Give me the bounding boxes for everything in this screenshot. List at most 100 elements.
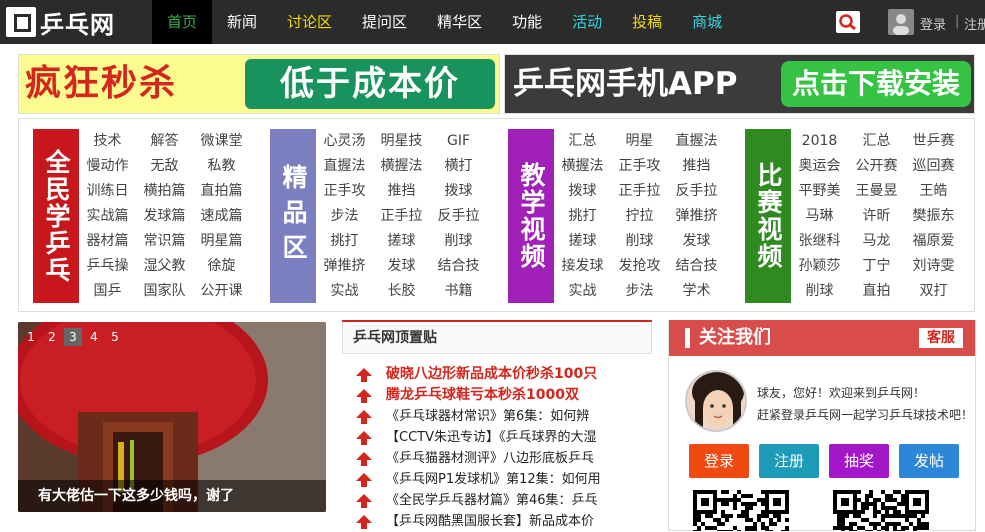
category-label[interactable]: 全民学乒乓 <box>33 129 79 303</box>
site-logo[interactable]: 乒乓网 <box>6 6 115 39</box>
pinned-post-item[interactable]: 《乒乓网P1发球机》第12集：如何用 <box>356 469 646 490</box>
category-link[interactable]: 横握法 <box>373 154 430 179</box>
category-link[interactable]: 反手拉 <box>668 179 725 204</box>
category-link[interactable]: 训练日 <box>79 179 136 204</box>
category-link[interactable]: 私教 <box>193 154 250 179</box>
category-label[interactable]: 教学视频 <box>508 129 554 303</box>
slider-dot-1[interactable]: 1 <box>22 328 40 346</box>
category-link[interactable]: 无敌 <box>136 154 193 179</box>
category-link[interactable]: 心灵汤 <box>316 129 373 154</box>
user-avatar-icon[interactable] <box>888 9 914 35</box>
category-link[interactable]: 丁宁 <box>848 254 905 279</box>
category-link[interactable]: 反手拉 <box>430 204 487 229</box>
nav-item-6[interactable]: 活动 <box>557 0 617 44</box>
pinned-post-item[interactable]: 腾龙乒乓球鞋亏本秒杀1000双 <box>356 385 646 406</box>
category-link[interactable]: 正手拉 <box>611 179 668 204</box>
category-link[interactable]: 发球 <box>373 254 430 279</box>
login-link[interactable]: 登录 <box>920 14 946 33</box>
category-link[interactable]: 结合技 <box>668 254 725 279</box>
category-link[interactable]: 推挡 <box>668 154 725 179</box>
pinned-post-item[interactable]: 破晓八边形新品成本价秒杀100只 <box>356 364 646 385</box>
category-link[interactable]: 步法 <box>611 279 668 304</box>
category-link[interactable]: 横拍篇 <box>136 179 193 204</box>
category-label[interactable]: 比赛视频 <box>745 129 791 303</box>
category-link[interactable]: 步法 <box>316 204 373 229</box>
nav-item-0[interactable]: 首页 <box>152 0 213 44</box>
category-link[interactable]: 明星技 <box>373 129 430 154</box>
category-link[interactable]: 2018 <box>791 129 848 154</box>
register-button[interactable]: 注册 <box>759 444 819 478</box>
nav-item-2[interactable]: 讨论区 <box>272 0 347 44</box>
register-link[interactable]: 注册 <box>964 14 985 33</box>
category-link[interactable]: 结合技 <box>430 254 487 279</box>
category-link[interactable]: 实战 <box>316 279 373 304</box>
category-link[interactable]: 国乒 <box>79 279 136 304</box>
category-link[interactable]: 王曼昱 <box>848 179 905 204</box>
category-link[interactable]: 马龙 <box>848 229 905 254</box>
category-link[interactable]: 速成篇 <box>193 204 250 229</box>
category-link[interactable]: 横打 <box>430 154 487 179</box>
category-link[interactable]: 推挡 <box>373 179 430 204</box>
category-link[interactable]: 长胶 <box>373 279 430 304</box>
image-slider[interactable]: 12345 有大佬估一下这多少钱吗，谢了 <box>18 322 326 512</box>
category-link[interactable]: 徐旋 <box>193 254 250 279</box>
category-link[interactable]: 挑打 <box>316 229 373 254</box>
search-icon[interactable] <box>836 11 860 33</box>
category-link[interactable]: 常识篇 <box>136 229 193 254</box>
category-link[interactable]: 刘诗雯 <box>905 254 962 279</box>
category-link[interactable]: 挑打 <box>554 204 611 229</box>
category-link[interactable]: 搓球 <box>373 229 430 254</box>
nav-item-4[interactable]: 精华区 <box>422 0 497 44</box>
category-link[interactable]: 弹推挤 <box>316 254 373 279</box>
pinned-post-item[interactable]: 【CCTV朱迅专访】《乒乓球界的大湿 <box>356 427 646 448</box>
category-link[interactable]: 实战 <box>554 279 611 304</box>
category-link[interactable]: 公开课 <box>193 279 250 304</box>
category-link[interactable]: 发球 <box>668 229 725 254</box>
category-link[interactable]: 学术 <box>668 279 725 304</box>
category-link[interactable]: 正手攻 <box>316 179 373 204</box>
category-link[interactable]: 湿父教 <box>136 254 193 279</box>
nav-item-1[interactable]: 新闻 <box>212 0 272 44</box>
category-link[interactable]: 公开赛 <box>848 154 905 179</box>
category-link[interactable]: GIF <box>430 129 487 154</box>
category-link[interactable]: 世乒赛 <box>905 129 962 154</box>
category-link[interactable]: 乒乓操 <box>79 254 136 279</box>
category-link[interactable]: 直拍 <box>848 279 905 304</box>
app-download-banner[interactable]: 乒乓网手机APP 点击下载安装 <box>504 54 975 114</box>
category-link[interactable]: 王皓 <box>905 179 962 204</box>
category-link[interactable]: 发抢攻 <box>611 254 668 279</box>
category-link[interactable]: 技术 <box>79 129 136 154</box>
category-link[interactable]: 奥运会 <box>791 154 848 179</box>
slider-dot-5[interactable]: 5 <box>106 328 124 346</box>
category-label[interactable]: 精品区 <box>270 129 316 303</box>
category-link[interactable]: 巡回赛 <box>905 154 962 179</box>
category-link[interactable]: 明星篇 <box>193 229 250 254</box>
nav-item-5[interactable]: 功能 <box>497 0 557 44</box>
category-link[interactable]: 孙颖莎 <box>791 254 848 279</box>
category-link[interactable]: 明星 <box>611 129 668 154</box>
category-link[interactable]: 拧拉 <box>611 204 668 229</box>
category-link[interactable]: 汇总 <box>554 129 611 154</box>
slider-dot-4[interactable]: 4 <box>85 328 103 346</box>
category-link[interactable]: 削球 <box>791 279 848 304</box>
category-link[interactable]: 马琳 <box>791 204 848 229</box>
category-link[interactable]: 器材篇 <box>79 229 136 254</box>
flash-sale-banner[interactable]: 疯狂秒杀 低于成本价 <box>18 54 500 114</box>
category-link[interactable]: 直拍篇 <box>193 179 250 204</box>
category-link[interactable]: 福原爱 <box>905 229 962 254</box>
category-link[interactable]: 搓球 <box>554 229 611 254</box>
slider-dot-2[interactable]: 2 <box>43 328 61 346</box>
category-link[interactable]: 实战篇 <box>79 204 136 229</box>
category-link[interactable]: 直握法 <box>316 154 373 179</box>
category-link[interactable]: 横握法 <box>554 154 611 179</box>
category-link[interactable]: 汇总 <box>848 129 905 154</box>
category-link[interactable]: 双打 <box>905 279 962 304</box>
category-link[interactable]: 国家队 <box>136 279 193 304</box>
pinned-post-item[interactable]: 《乒乓球器材常识》第6集：如何辨 <box>356 406 646 427</box>
nav-item-7[interactable]: 投稿 <box>617 0 677 44</box>
category-link[interactable]: 慢动作 <box>79 154 136 179</box>
banner-download-button[interactable]: 点击下载安装 <box>781 61 971 107</box>
category-link[interactable]: 接发球 <box>554 254 611 279</box>
lottery-button[interactable]: 抽奖 <box>829 444 889 478</box>
category-link[interactable]: 发球篇 <box>136 204 193 229</box>
